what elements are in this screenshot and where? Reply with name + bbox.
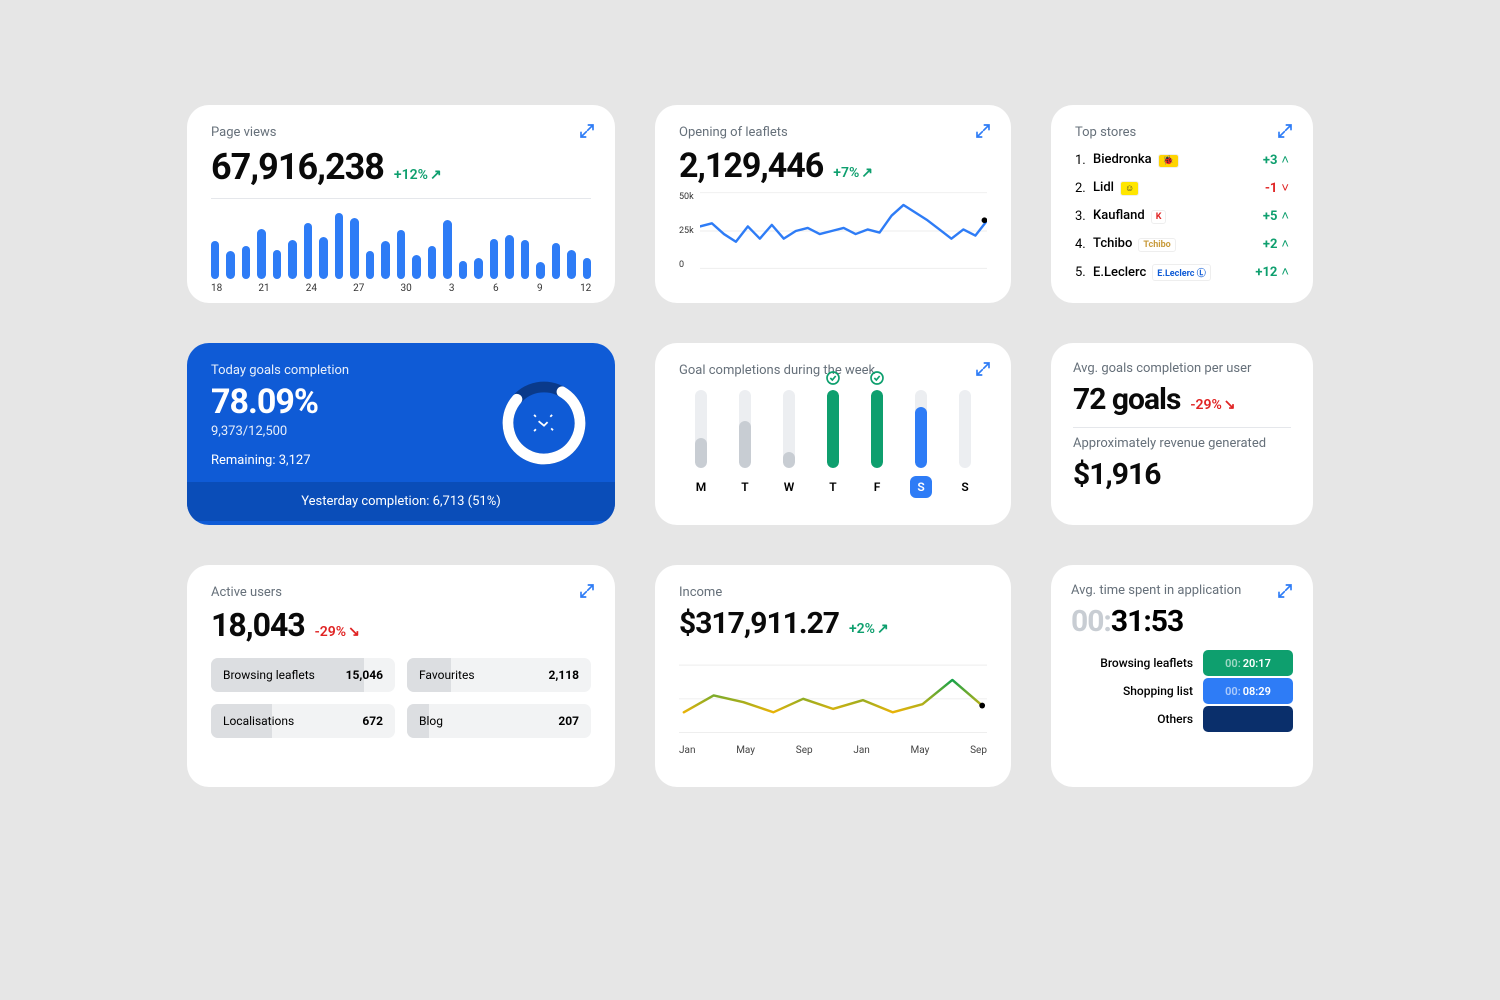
time-spent-breakdown: Browsing leaflets00:20:17Shopping list00… [1071,649,1293,733]
time-row: Shopping list00:08:29 [1071,677,1293,705]
income-value: $317,911.27 [679,606,839,641]
active-users-segments: Browsing leaflets15,046 Favourites2,118 Lo… [211,658,591,738]
card-avg-goals: Avg. goals completion per user 72 goals … [1051,343,1313,525]
page-views-xaxis: 182124273036912 [211,283,591,294]
store-row[interactable]: 4.TchiboTchibo+2˄ [1075,230,1289,258]
time-spent-value: 00:31:53 [1071,604,1293,639]
expand-icon[interactable] [975,123,991,139]
page-views-delta: +12%↗ [394,167,442,183]
expand-icon[interactable] [975,361,991,377]
revenue-value: $1,916 [1073,457,1160,492]
active-users-value: 18,043 [211,606,305,644]
expand-icon[interactable] [1277,583,1293,599]
segment[interactable]: Blog207 [407,704,591,738]
store-row[interactable]: 2.Lidl☺-1˅ [1075,174,1289,202]
leaflets-chart [700,192,987,270]
store-row[interactable]: 3.KauflandK+5˄ [1075,202,1289,230]
card-title: Today goals completion [211,363,591,378]
card-title: Income [679,585,987,600]
goals-donut-chart [499,378,589,468]
store-list: 1.Biedronka🐞+3˄2.Lidl☺-1˅3.KauflandK+5˄4… [1075,146,1289,286]
card-week-goals: Goal completions during the week MTWTFSS [655,343,1011,525]
active-users-delta: -29%↘ [315,624,360,640]
store-row[interactable]: 1.Biedronka🐞+3˄ [1075,146,1289,174]
card-time-spent: Avg. time spent in application 00:31:53 … [1051,565,1313,787]
card-title: Page views [211,125,591,140]
expand-icon[interactable] [579,583,595,599]
card-today-goals: Today goals completion 78.09% 9,373/12,5… [187,343,615,525]
page-views-value: 67,916,238 [211,146,384,188]
leaflets-delta: +7%↗ [833,165,873,181]
expand-icon[interactable] [579,123,595,139]
card-leaflets: Opening of leaflets 2,129,446 +7%↗ 50k25… [655,105,1011,303]
card-title: Opening of leaflets [679,125,987,140]
income-xaxis: JanMaySepJanMaySep [679,745,987,756]
avg-goals-value: 72 goals [1073,382,1180,417]
leaflets-value: 2,129,446 [679,146,823,186]
card-title: Top stores [1075,125,1289,140]
time-row: Browsing leaflets00:20:17 [1071,649,1293,677]
segment[interactable]: Localisations672 [211,704,395,738]
goals-yesterday: Yesterday completion: 6,713 (51%) [187,482,615,521]
segment[interactable]: Browsing leaflets15,046 [211,658,395,692]
leaflets-yaxis: 50k25k0 [679,192,694,270]
income-delta: +2%↗ [849,621,889,637]
segment[interactable]: Favourites2,118 [407,658,591,692]
card-title: Avg. goals completion per user [1073,361,1291,376]
card-active-users: Active users 18,043 -29%↘ Browsing leafl… [187,565,615,787]
week-goals-chart: MTWTFSS [679,390,987,498]
card-title: Active users [211,585,591,600]
avg-goals-delta: -29%↘ [1190,397,1235,413]
expand-icon[interactable] [1277,123,1293,139]
card-income: Income $317,911.27 +2%↗ JanMaySepJanMayS… [655,565,1011,787]
page-views-chart [211,209,591,279]
card-title: Avg. time spent in application [1071,583,1293,598]
revenue-title: Approximately revenue generated [1073,436,1291,451]
time-row: Others [1071,705,1293,733]
card-top-stores: Top stores 1.Biedronka🐞+3˄2.Lidl☺-1˅3.Ka… [1051,105,1313,303]
card-page-views: Page views 67,916,238 +12%↗ 182124273036… [187,105,615,303]
store-row[interactable]: 5.E.LeclercE.Leclerc Ⓛ+12˄ [1075,258,1289,286]
income-chart [679,649,987,739]
